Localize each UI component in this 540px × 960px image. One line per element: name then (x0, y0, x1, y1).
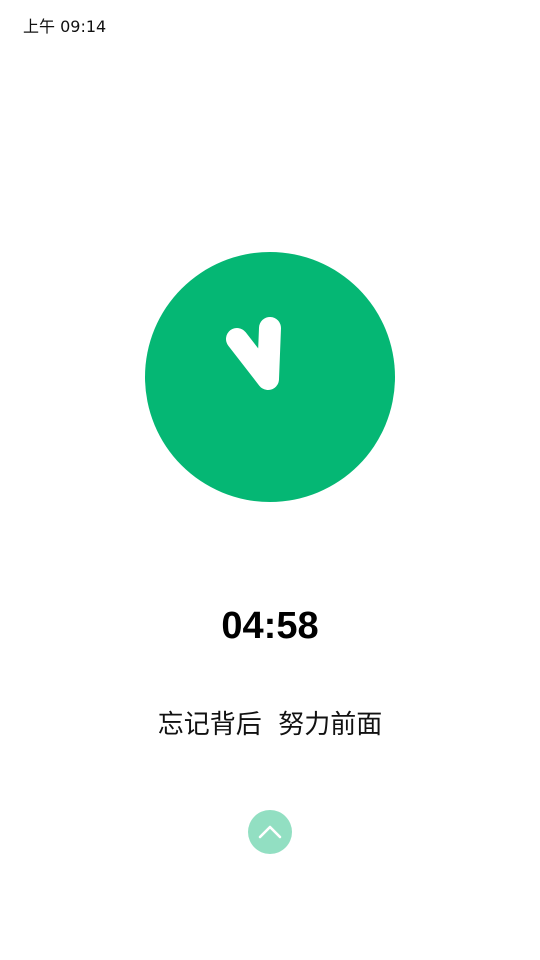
lock-screen: 上午 09:14 04:58 忘记背后 努力前面 (0, 0, 540, 960)
motto-text: 忘记背后 努力前面 (157, 710, 383, 740)
clock-check-icon (145, 252, 395, 502)
chevron-up-icon (258, 825, 282, 839)
swipe-up-button[interactable] (248, 810, 292, 854)
status-bar: 上午 09:14 (0, 0, 540, 52)
countdown-timer: 04:58 (221, 605, 319, 647)
status-time: 上午 09:14 (23, 17, 107, 36)
